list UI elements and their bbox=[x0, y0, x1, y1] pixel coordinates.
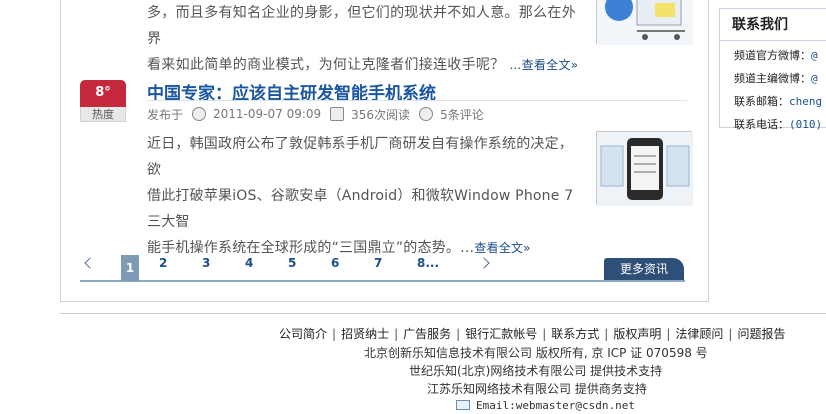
prev-summary-line: 看来如此简单的商业模式，为何让克隆者们接连收手呢？ …查看全文» bbox=[147, 57, 579, 73]
prev-read-more-link[interactable]: …查看全文» bbox=[509, 58, 578, 72]
shopping-cart-image bbox=[597, 0, 693, 45]
article-thumbnail[interactable] bbox=[596, 131, 693, 206]
previous-article-summary: 多，而且多有知名企业的身影，但它们的现状并不如人意。那么在外界 看来如此简单的商… bbox=[147, 0, 587, 78]
page-current[interactable]: 1 bbox=[121, 255, 139, 281]
prev-summary-line: 多，而且多有知名企业的身影，但它们的现状并不如人意。那么在外界 bbox=[147, 5, 576, 47]
read-count: 356次阅读 bbox=[351, 107, 411, 122]
footer-business-support: 江苏乐知网络技术有限公司 提供商务支持 bbox=[427, 382, 647, 396]
footer-link-report[interactable]: 问题报告 bbox=[737, 327, 785, 341]
footer-divider bbox=[60, 313, 826, 314]
publish-date: 2011-09-07 09:09 bbox=[213, 107, 322, 121]
page-link[interactable]: 3 bbox=[202, 256, 210, 270]
more-news-button[interactable]: 更多资讯 bbox=[604, 258, 684, 280]
clock-icon bbox=[192, 107, 207, 121]
read-more-link[interactable]: 查看全文» bbox=[474, 241, 530, 255]
footer-email-link[interactable]: Email:webmaster@csdn.net bbox=[476, 399, 635, 412]
footer-links: 公司简介 | 招贤纳士 | 广告服务 | 银行汇款帐号 | 联系方式 | 版权声明 | 法律顾问 | 问题报… bbox=[279, 327, 786, 341]
page-link[interactable]: 8... bbox=[417, 256, 439, 270]
footer-tech-support: 世纪乐知(北京)网络技术有限公司 提供技术支持 bbox=[409, 364, 663, 378]
document-icon bbox=[330, 107, 345, 121]
comment-count-link[interactable]: 5条评论 bbox=[440, 106, 484, 123]
page-link[interactable]: 6 bbox=[331, 256, 339, 270]
sidebar-row: 频道官方微博：@ bbox=[734, 49, 818, 62]
article-meta: 发布于 2011-09-07 09:09 356次阅读 5条评论 bbox=[147, 100, 687, 123]
heat-value: 8° bbox=[80, 80, 126, 107]
page-link[interactable]: 5 bbox=[288, 256, 296, 270]
sidebar-row: 频道主编微博：@ bbox=[734, 72, 818, 85]
footer-email: Email:webmaster@csdn.net bbox=[456, 398, 635, 412]
contact-sidebar: 联系我们 频道官方微博：@ 频道主编微博：@ 联系邮箱：cheng 联系电话：(… bbox=[719, 8, 826, 131]
page-link[interactable]: 4 bbox=[245, 256, 253, 270]
smartphone-image bbox=[597, 132, 693, 206]
footer-link-bank[interactable]: 银行汇款帐号 bbox=[465, 327, 537, 341]
footer-link-contact[interactable]: 联系方式 bbox=[551, 327, 599, 341]
footer-copyright: 北京创新乐知信息技术有限公司 版权所有, 京 ICP 证 070598 号 bbox=[364, 346, 708, 360]
prev-page-arrow-icon[interactable] bbox=[84, 257, 96, 269]
footer-link-ads[interactable]: 广告服务 bbox=[403, 327, 451, 341]
footer-link-jobs[interactable]: 招贤纳士 bbox=[341, 327, 389, 341]
next-page-arrow-icon[interactable] bbox=[478, 257, 490, 269]
envelope-icon bbox=[456, 400, 470, 410]
summary-line: 借此打破苹果iOS、谷歌安卓（Android）和微软Window Phone 7… bbox=[147, 188, 574, 230]
published-prefix: 发布于 bbox=[147, 107, 184, 122]
footer-link-copyright[interactable]: 版权声明 bbox=[613, 327, 661, 341]
page-link[interactable]: 2 bbox=[159, 256, 167, 270]
footer-link-about[interactable]: 公司简介 bbox=[279, 327, 327, 341]
footer-link-legal[interactable]: 法律顾问 bbox=[675, 327, 723, 341]
heat-badge: 8° 热度 bbox=[80, 80, 126, 122]
page-link[interactable]: 7 bbox=[374, 256, 382, 270]
sidebar-row: 联系邮箱：cheng bbox=[734, 95, 823, 108]
previous-article-thumbnail[interactable] bbox=[596, 0, 693, 45]
summary-line: 近日，韩国政府公布了敦促韩系手机厂商研发自有操作系统的决定，欲 bbox=[147, 136, 573, 178]
sidebar-row: 联系电话：(010) bbox=[734, 118, 823, 131]
pagination: 1 2 3 4 5 6 7 8... 更多资讯 bbox=[80, 255, 685, 282]
comment-icon bbox=[419, 107, 434, 121]
sidebar-title: 联系我们 bbox=[720, 9, 826, 41]
article-summary: 近日，韩国政府公布了敦促韩系手机厂商研发自有操作系统的决定，欲 借此打破苹果iO… bbox=[147, 131, 587, 261]
heat-label: 热度 bbox=[80, 107, 126, 122]
